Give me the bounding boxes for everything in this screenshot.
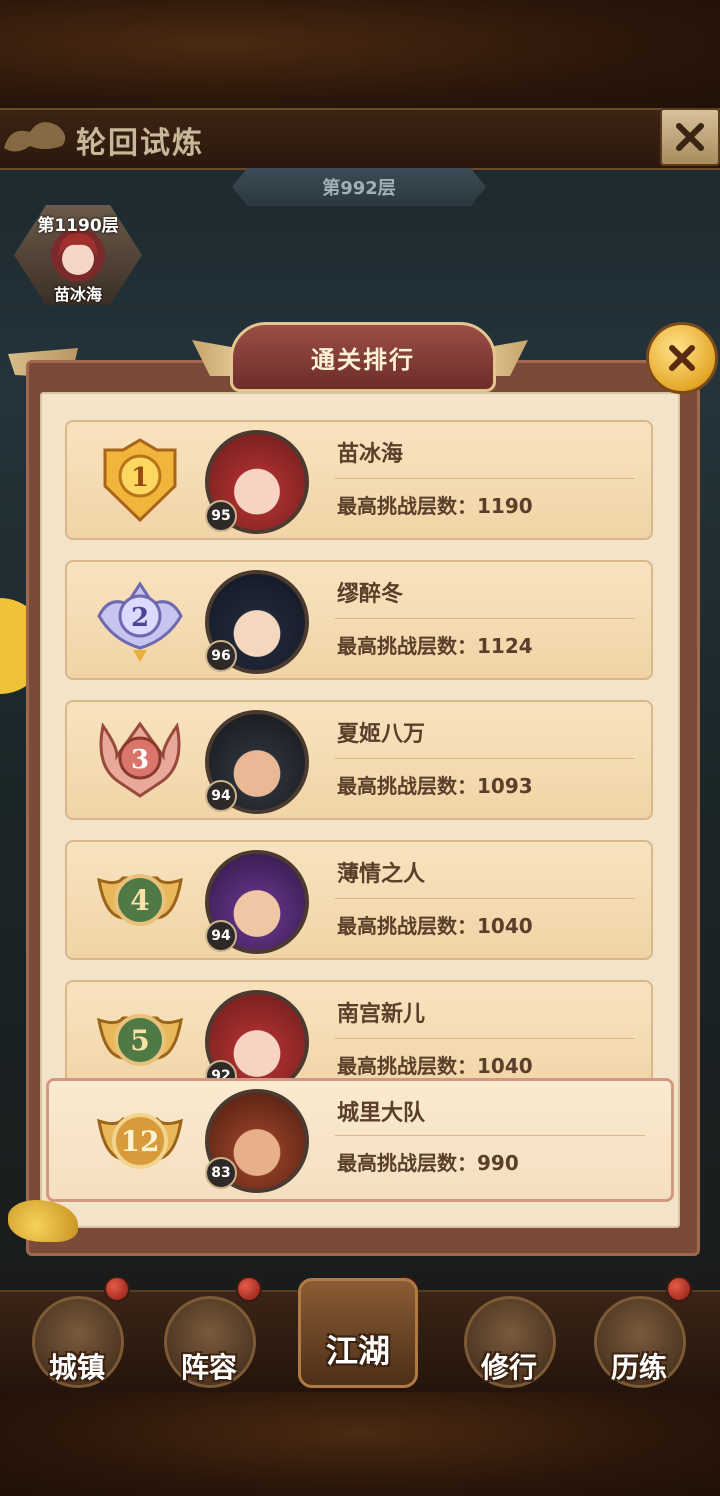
- nav-cultivate-label: 修行: [480, 1351, 537, 1384]
- player-score: 最高挑战层数：1093: [337, 774, 533, 798]
- ranking-row[interactable]: 2 96 缪醉冬 最高挑战层数：1124: [65, 560, 653, 680]
- rank-badge-icon: 5: [97, 1014, 183, 1066]
- lantern-icon: [104, 1276, 130, 1302]
- background-top: [0, 0, 720, 110]
- svg-text:2: 2: [131, 603, 149, 633]
- svg-text:3: 3: [131, 745, 149, 775]
- nav-jianghu-label: 江湖: [325, 1332, 390, 1370]
- level-badge: 94: [205, 920, 237, 952]
- ranking-row[interactable]: 3 94 夏姬八万 最高挑战层数：1093: [65, 700, 653, 820]
- bronze-medal-icon: 3: [99, 721, 181, 798]
- top-badge-name: 苗冰海: [53, 285, 102, 304]
- svg-text:5: 5: [130, 1024, 149, 1057]
- current-floor-banner: 第992层: [232, 168, 486, 206]
- modal-title: 通关排行: [230, 322, 496, 392]
- player-score: 最高挑战层数：1124: [337, 634, 533, 658]
- nav-town-label: 城镇: [48, 1351, 105, 1384]
- my-rank-row[interactable]: 12 83 城里大队 最高挑战层数：990: [46, 1078, 674, 1202]
- gold-medal-icon: 1: [103, 438, 177, 523]
- top-badge-floor: 第1190层: [37, 216, 119, 236]
- player-name: 苗冰海: [337, 442, 404, 467]
- player-score: 最高挑战层数：1190: [337, 494, 533, 518]
- my-score: 最高挑战层数：990: [337, 1151, 519, 1175]
- silver-medal-icon: 2: [97, 581, 183, 662]
- player-score: 最高挑战层数：1040: [337, 1054, 533, 1078]
- player-name: 南宫新儿: [337, 1002, 426, 1027]
- level-badge: 83: [205, 1157, 237, 1189]
- close-icon: [669, 345, 695, 371]
- rank-badge-icon: 12: [97, 1113, 183, 1169]
- ranking-row[interactable]: 1 95 苗冰海 最高挑战层数：1190: [65, 420, 653, 540]
- lantern-icon: [666, 1276, 692, 1302]
- ranking-row[interactable]: 5 92 南宫新儿 最高挑战层数：1040: [65, 980, 653, 1078]
- svg-text:4: 4: [130, 884, 149, 917]
- rank-badge-icon: 4: [97, 874, 183, 926]
- player-name: 夏姬八万: [337, 722, 426, 747]
- page-title: 轮回试炼: [76, 126, 204, 161]
- close-button[interactable]: [660, 108, 720, 166]
- my-name: 城里大队: [337, 1101, 426, 1126]
- player-name: 缪醉冬: [337, 582, 404, 607]
- nav-training-label: 历练: [610, 1351, 667, 1384]
- ranking-row[interactable]: 4 94 薄情之人 最高挑战层数：1040: [65, 840, 653, 960]
- nav-lineup-label: 阵容: [180, 1351, 237, 1384]
- svg-text:12: 12: [121, 1125, 160, 1158]
- level-badge: 95: [205, 500, 237, 532]
- ranking-list[interactable]: 1 95 苗冰海 最高挑战层数：1190 2 96 缪醉冬 最高挑战层数：112…: [60, 412, 660, 1078]
- level-badge: 96: [205, 640, 237, 672]
- cloud-icon: [4, 122, 66, 152]
- close-icon: [676, 123, 704, 151]
- svg-text:1: 1: [131, 463, 149, 493]
- level-badge: 94: [205, 780, 237, 812]
- modal-close-button[interactable]: [646, 322, 718, 394]
- lantern-icon: [236, 1276, 262, 1302]
- background-bottom: [0, 1390, 720, 1496]
- top-player-badge[interactable]: 第1190层 苗冰海: [14, 205, 142, 305]
- player-name: 薄情之人: [337, 862, 426, 887]
- player-score: 最高挑战层数：1040: [337, 914, 533, 938]
